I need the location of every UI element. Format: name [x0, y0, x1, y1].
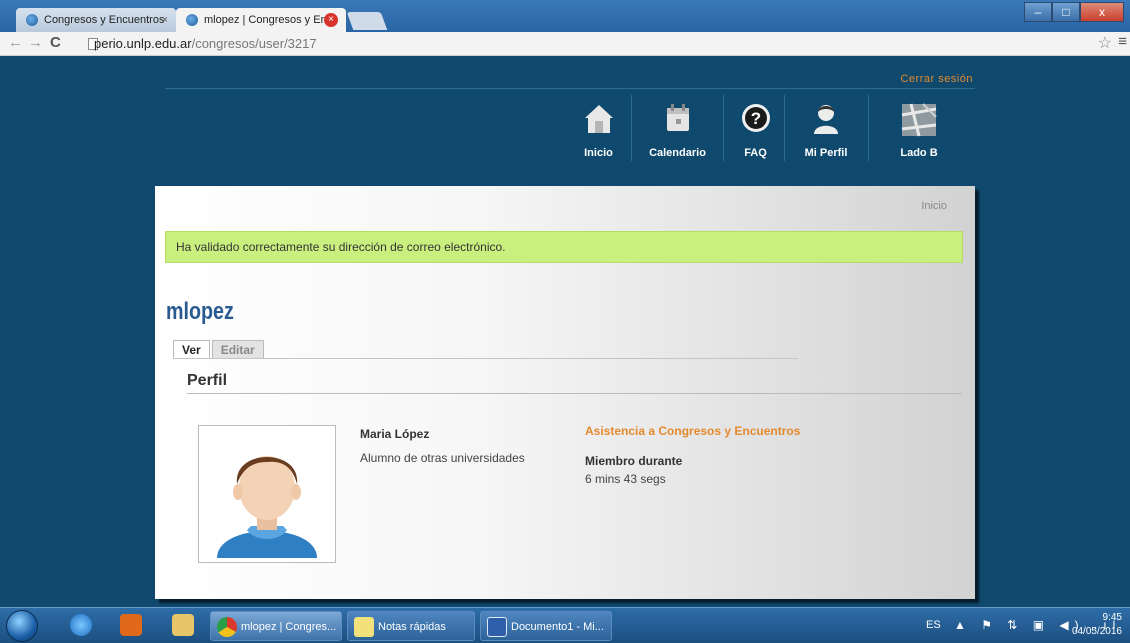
taskbar: mlopez | Congres... Notas rápidas Docume…	[0, 607, 1130, 643]
tab-title: Congresos y Encuentros	[44, 14, 165, 26]
section-divider	[187, 393, 962, 394]
start-button[interactable]	[6, 610, 38, 642]
tab-ver[interactable]: Ver	[173, 340, 210, 358]
nav-label: Lado B	[900, 147, 938, 159]
maximize-button[interactable]: □	[1052, 2, 1080, 22]
browser-tab-mlopez[interactable]: mlopez | Congresos y Enc ×	[176, 8, 346, 32]
tab-close-icon[interactable]: ×	[162, 8, 168, 32]
new-tab-button[interactable]	[346, 12, 388, 30]
window-controls: – □ x	[1024, 2, 1124, 22]
calendar-icon	[666, 104, 689, 131]
nav-separator	[723, 95, 724, 161]
chrome-icon	[217, 617, 237, 637]
tab-title: mlopez | Congresos y Enc	[204, 14, 333, 26]
taskbar-item-notes[interactable]: Notas rápidas	[347, 611, 475, 641]
content-panel: Inicio Ha validado correctamente su dire…	[155, 186, 975, 599]
nav-separator	[631, 95, 632, 161]
word-icon	[487, 617, 507, 637]
nav-item-calendario[interactable]: Calendario	[635, 95, 720, 163]
status-message: Ha validado correctamente su dirección d…	[165, 231, 963, 263]
nav-item-lado-b[interactable]: Lado B	[865, 95, 973, 163]
tab-close-icon[interactable]: ×	[324, 13, 338, 27]
member-label: Miembro durante	[585, 454, 683, 468]
header-divider	[165, 88, 975, 89]
back-arrow-icon[interactable]: ←	[8, 34, 23, 51]
reload-icon[interactable]: C	[50, 34, 61, 51]
tabs-divider	[173, 358, 798, 359]
browser-menu-icon[interactable]: ≡	[1118, 33, 1127, 50]
section-title: Perfil	[187, 372, 228, 389]
page-title: mlopez	[166, 298, 234, 325]
tab-editar[interactable]: Editar	[211, 340, 264, 358]
minimize-button[interactable]: –	[1024, 2, 1052, 22]
url-path: /congresos/user/3217	[191, 36, 317, 51]
drupal-icon	[186, 14, 198, 26]
nav-label: FAQ	[744, 147, 767, 159]
clock-time[interactable]: 9:45	[1103, 612, 1122, 623]
bookmark-star-icon[interactable]: ☆	[1098, 33, 1112, 53]
nav-label: Inicio	[584, 147, 613, 159]
drupal-icon	[26, 14, 38, 26]
file-explorer-icon[interactable]	[172, 614, 194, 636]
address-bar[interactable]: perio.unlp.edu.ar/congresos/user/3217	[74, 34, 1084, 54]
site-header: Cerrar sesión Inicio Calendario ? FAQ Mi…	[165, 57, 975, 185]
close-window-button[interactable]: x	[1080, 2, 1124, 22]
media-player-icon[interactable]	[120, 614, 142, 636]
taskbar-item-label: Documento1 - Mi...	[511, 621, 604, 633]
system-tray: ES ▲ ⚑ ⇅ ▣ ◀) .ıl 9:45 04/05/2016	[926, 608, 1126, 643]
taskbar-item-word[interactable]: Documento1 - Mi...	[480, 611, 612, 641]
nav-label: Calendario	[649, 147, 706, 159]
user-icon	[814, 105, 838, 134]
forward-arrow-icon[interactable]: →	[28, 34, 43, 51]
assistance-heading: Asistencia a Congresos y Encuentros	[585, 424, 801, 438]
avatar	[198, 425, 336, 563]
taskbar-item-label: mlopez | Congres...	[241, 621, 337, 633]
logout-link[interactable]: Cerrar sesión	[900, 73, 973, 85]
url-host: perio.unlp.edu.ar	[94, 36, 192, 51]
browser-toolbar: ← → C perio.unlp.edu.ar/congresos/user/3…	[0, 32, 1130, 56]
taskbar-item-label: Notas rápidas	[378, 621, 446, 633]
home-icon	[584, 105, 613, 133]
profile-role: Alumno de otras universidades	[360, 451, 525, 465]
user-avatar-icon	[203, 430, 331, 558]
sticky-notes-icon	[354, 617, 374, 637]
profile-tabs: Ver Editar	[173, 340, 266, 358]
profile-full-name: Maria López	[360, 427, 430, 441]
help-icon: ?	[741, 104, 770, 132]
internet-explorer-icon[interactable]	[70, 614, 92, 636]
member-duration: 6 mins 43 segs	[585, 472, 666, 486]
svg-text:?: ?	[750, 109, 760, 128]
nav-item-inicio[interactable]: Inicio	[570, 95, 627, 163]
breadcrumb-inicio[interactable]: Inicio	[921, 200, 947, 212]
site-page: Cerrar sesión Inicio Calendario ? FAQ Mi…	[0, 57, 1130, 607]
clock-date[interactable]: 04/05/2016	[1072, 626, 1122, 637]
nav-label: Mi Perfil	[804, 147, 848, 159]
browser-tab-congresos[interactable]: Congresos y Encuentros ×	[16, 8, 176, 32]
browser-titlebar: Congresos y Encuentros × mlopez | Congre…	[0, 0, 1130, 32]
nav-item-mi-perfil[interactable]: Mi Perfil	[785, 95, 867, 163]
taskbar-item-chrome[interactable]: mlopez | Congres...	[210, 611, 342, 641]
language-indicator[interactable]: ES	[926, 619, 941, 631]
nav-item-faq[interactable]: ? FAQ	[728, 95, 783, 163]
map-icon	[901, 103, 937, 137]
